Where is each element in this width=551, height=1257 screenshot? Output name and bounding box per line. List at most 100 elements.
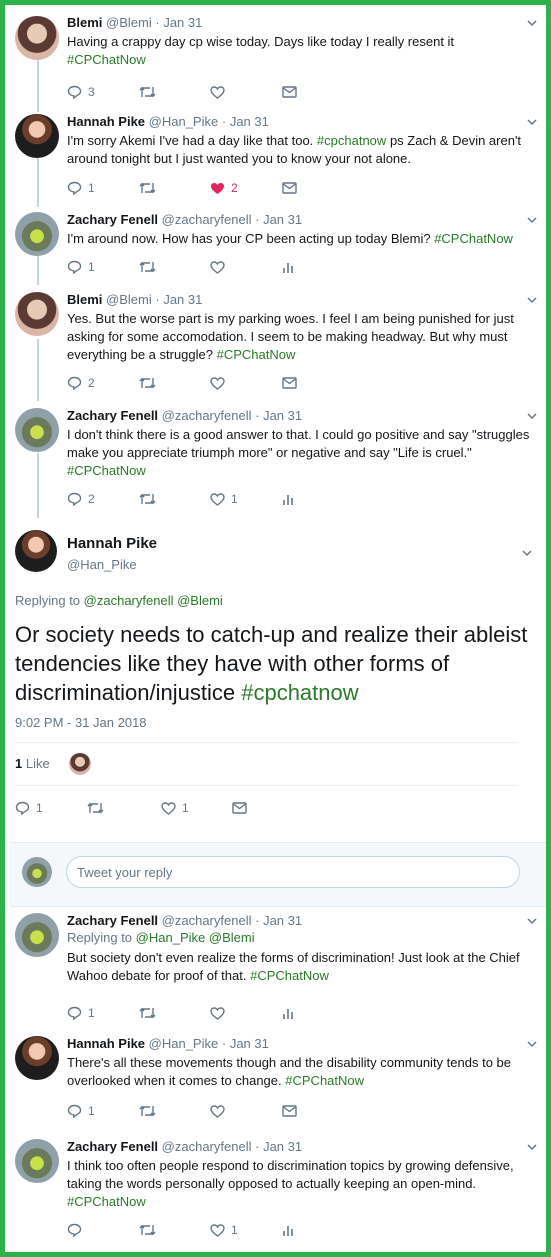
mention-link[interactable]: @Blemi xyxy=(177,593,223,608)
hashtag[interactable]: #CPChatNow xyxy=(250,968,329,983)
retweet-icon[interactable] xyxy=(139,1224,156,1236)
reply-icon[interactable] xyxy=(67,492,82,506)
analytics-icon[interactable] xyxy=(282,1224,294,1237)
author-handle[interactable]: @Han_Pike xyxy=(149,114,219,129)
tweet-date[interactable]: Jan 31 xyxy=(263,1139,302,1154)
zach-avatar[interactable] xyxy=(15,1139,59,1183)
like-icon[interactable] xyxy=(210,1006,225,1020)
liked-heart-icon[interactable] xyxy=(210,182,225,195)
chevron-down-icon[interactable] xyxy=(527,1142,537,1152)
like-icon[interactable] xyxy=(161,801,176,815)
retweet-icon[interactable] xyxy=(139,1007,156,1019)
hashtag[interactable]: #CPChatNow xyxy=(285,1073,364,1088)
author-handle[interactable]: @zacharyfenell xyxy=(162,408,252,423)
tweet-date[interactable]: Jan 31 xyxy=(230,1036,269,1051)
mail-icon[interactable] xyxy=(282,1105,297,1117)
author-name[interactable]: Hannah Pike xyxy=(67,535,157,552)
mention-link[interactable]: @zacharyfenell xyxy=(84,593,174,608)
hannah-avatar[interactable] xyxy=(15,114,59,158)
like-icon[interactable] xyxy=(210,492,225,506)
chevron-down-icon[interactable] xyxy=(527,117,537,127)
author-name[interactable]: Zachary Fenell xyxy=(67,212,158,227)
tweet-date[interactable]: Jan 31 xyxy=(163,292,202,307)
zach-avatar[interactable] xyxy=(15,408,59,452)
chevron-down-icon[interactable] xyxy=(522,548,532,558)
mail-icon[interactable] xyxy=(282,182,297,194)
hannah-avatar[interactable] xyxy=(15,1036,59,1080)
author-handle[interactable]: @Han_Pike xyxy=(67,557,137,572)
tweet-date[interactable]: Jan 31 xyxy=(163,15,202,30)
tweet[interactable]: Hannah Pike @Han_Pike · Jan 31 I'm sorry… xyxy=(10,109,546,205)
zach-avatar[interactable] xyxy=(15,212,59,256)
author-name[interactable]: Zachary Fenell xyxy=(67,1139,158,1154)
tweet-date[interactable]: Jan 31 xyxy=(263,913,302,928)
author-name[interactable]: Blemi xyxy=(67,15,102,30)
like-icon[interactable] xyxy=(210,85,225,99)
retweet-icon[interactable] xyxy=(139,377,156,389)
retweet-icon[interactable] xyxy=(87,802,104,814)
hashtag[interactable]: #cpchatnow xyxy=(241,680,358,705)
author-handle[interactable]: @zacharyfenell xyxy=(162,913,252,928)
author-name[interactable]: Hannah Pike xyxy=(67,1036,145,1051)
author-name[interactable]: Hannah Pike xyxy=(67,114,145,129)
blemi-avatar[interactable] xyxy=(15,16,59,60)
author-handle[interactable]: @zacharyfenell xyxy=(162,1139,252,1154)
chevron-down-icon[interactable] xyxy=(527,215,537,225)
chevron-down-icon[interactable] xyxy=(527,411,537,421)
retweet-icon[interactable] xyxy=(139,261,156,273)
author-handle[interactable]: @zacharyfenell xyxy=(162,212,252,227)
analytics-icon[interactable] xyxy=(282,493,294,506)
tweet[interactable]: Zachary Fenell @zacharyfenell · Jan 31 I… xyxy=(10,403,546,518)
tweet[interactable]: Blemi @Blemi · Jan 31 Yes. But the worse… xyxy=(10,287,546,400)
tweet[interactable]: Zachary Fenell @zacharyfenell · Jan 31 I… xyxy=(10,1134,546,1252)
mention-link[interactable]: @Han_Pike xyxy=(136,930,206,945)
author-name[interactable]: Zachary Fenell xyxy=(67,408,158,423)
hashtag[interactable]: #CPChatNow xyxy=(67,1194,146,1209)
mail-icon[interactable] xyxy=(282,377,297,389)
chevron-down-icon[interactable] xyxy=(527,916,537,926)
author-handle[interactable]: @Blemi xyxy=(106,15,152,30)
reply-icon[interactable] xyxy=(67,260,82,274)
reply-icon[interactable] xyxy=(15,801,30,815)
hashtag[interactable]: #CPChatNow xyxy=(67,52,146,67)
analytics-icon[interactable] xyxy=(282,261,294,274)
mention-link[interactable]: @Blemi xyxy=(209,930,255,945)
tweet-timestamp[interactable]: 9:02 PM - 31 Jan 2018 xyxy=(15,715,147,730)
chevron-down-icon[interactable] xyxy=(527,295,537,305)
tweet[interactable]: Blemi @Blemi · Jan 31 Having a crappy da… xyxy=(10,10,546,106)
tweet-date[interactable]: Jan 31 xyxy=(263,212,302,227)
hannah-avatar[interactable] xyxy=(15,530,57,572)
hashtag[interactable]: #CPChatNow xyxy=(67,463,146,478)
retweet-icon[interactable] xyxy=(139,493,156,505)
author-name[interactable]: Blemi xyxy=(67,292,102,307)
reply-icon[interactable] xyxy=(67,376,82,390)
author-handle[interactable]: @Blemi xyxy=(106,292,152,307)
like-icon[interactable] xyxy=(210,376,225,390)
reply-icon[interactable] xyxy=(67,1104,82,1118)
retweet-icon[interactable] xyxy=(139,86,156,98)
analytics-icon[interactable] xyxy=(282,1007,294,1020)
author-name[interactable]: Zachary Fenell xyxy=(67,913,158,928)
tweet[interactable]: Zachary Fenell @zacharyfenell · Jan 31 I… xyxy=(10,207,546,287)
author-handle[interactable]: @Han_Pike xyxy=(149,1036,219,1051)
retweet-icon[interactable] xyxy=(139,182,156,194)
tweet[interactable]: Hannah Pike @Han_Pike · Jan 31 There's a… xyxy=(10,1031,546,1131)
reply-icon[interactable] xyxy=(67,1223,82,1237)
reply-icon[interactable] xyxy=(67,85,82,99)
hashtag[interactable]: #CPChatNow xyxy=(217,347,296,362)
hashtag[interactable]: #cpchatnow xyxy=(317,133,386,148)
mail-icon[interactable] xyxy=(232,802,247,814)
zach-avatar[interactable] xyxy=(15,913,59,957)
like-icon[interactable] xyxy=(210,1104,225,1118)
retweet-icon[interactable] xyxy=(139,1105,156,1117)
reply-icon[interactable] xyxy=(67,1006,82,1020)
hashtag[interactable]: #CPChatNow xyxy=(434,231,513,246)
reply-icon[interactable] xyxy=(67,181,82,195)
tweet-date[interactable]: Jan 31 xyxy=(263,408,302,423)
tweet[interactable]: Zachary Fenell @zacharyfenell · Jan 31 R… xyxy=(10,908,546,1028)
like-icon[interactable] xyxy=(210,1223,225,1237)
tweet-date[interactable]: Jan 31 xyxy=(230,114,269,129)
liker-avatar[interactable] xyxy=(69,753,91,775)
reply-input[interactable]: Tweet your reply xyxy=(66,856,520,888)
like-icon[interactable] xyxy=(210,260,225,274)
